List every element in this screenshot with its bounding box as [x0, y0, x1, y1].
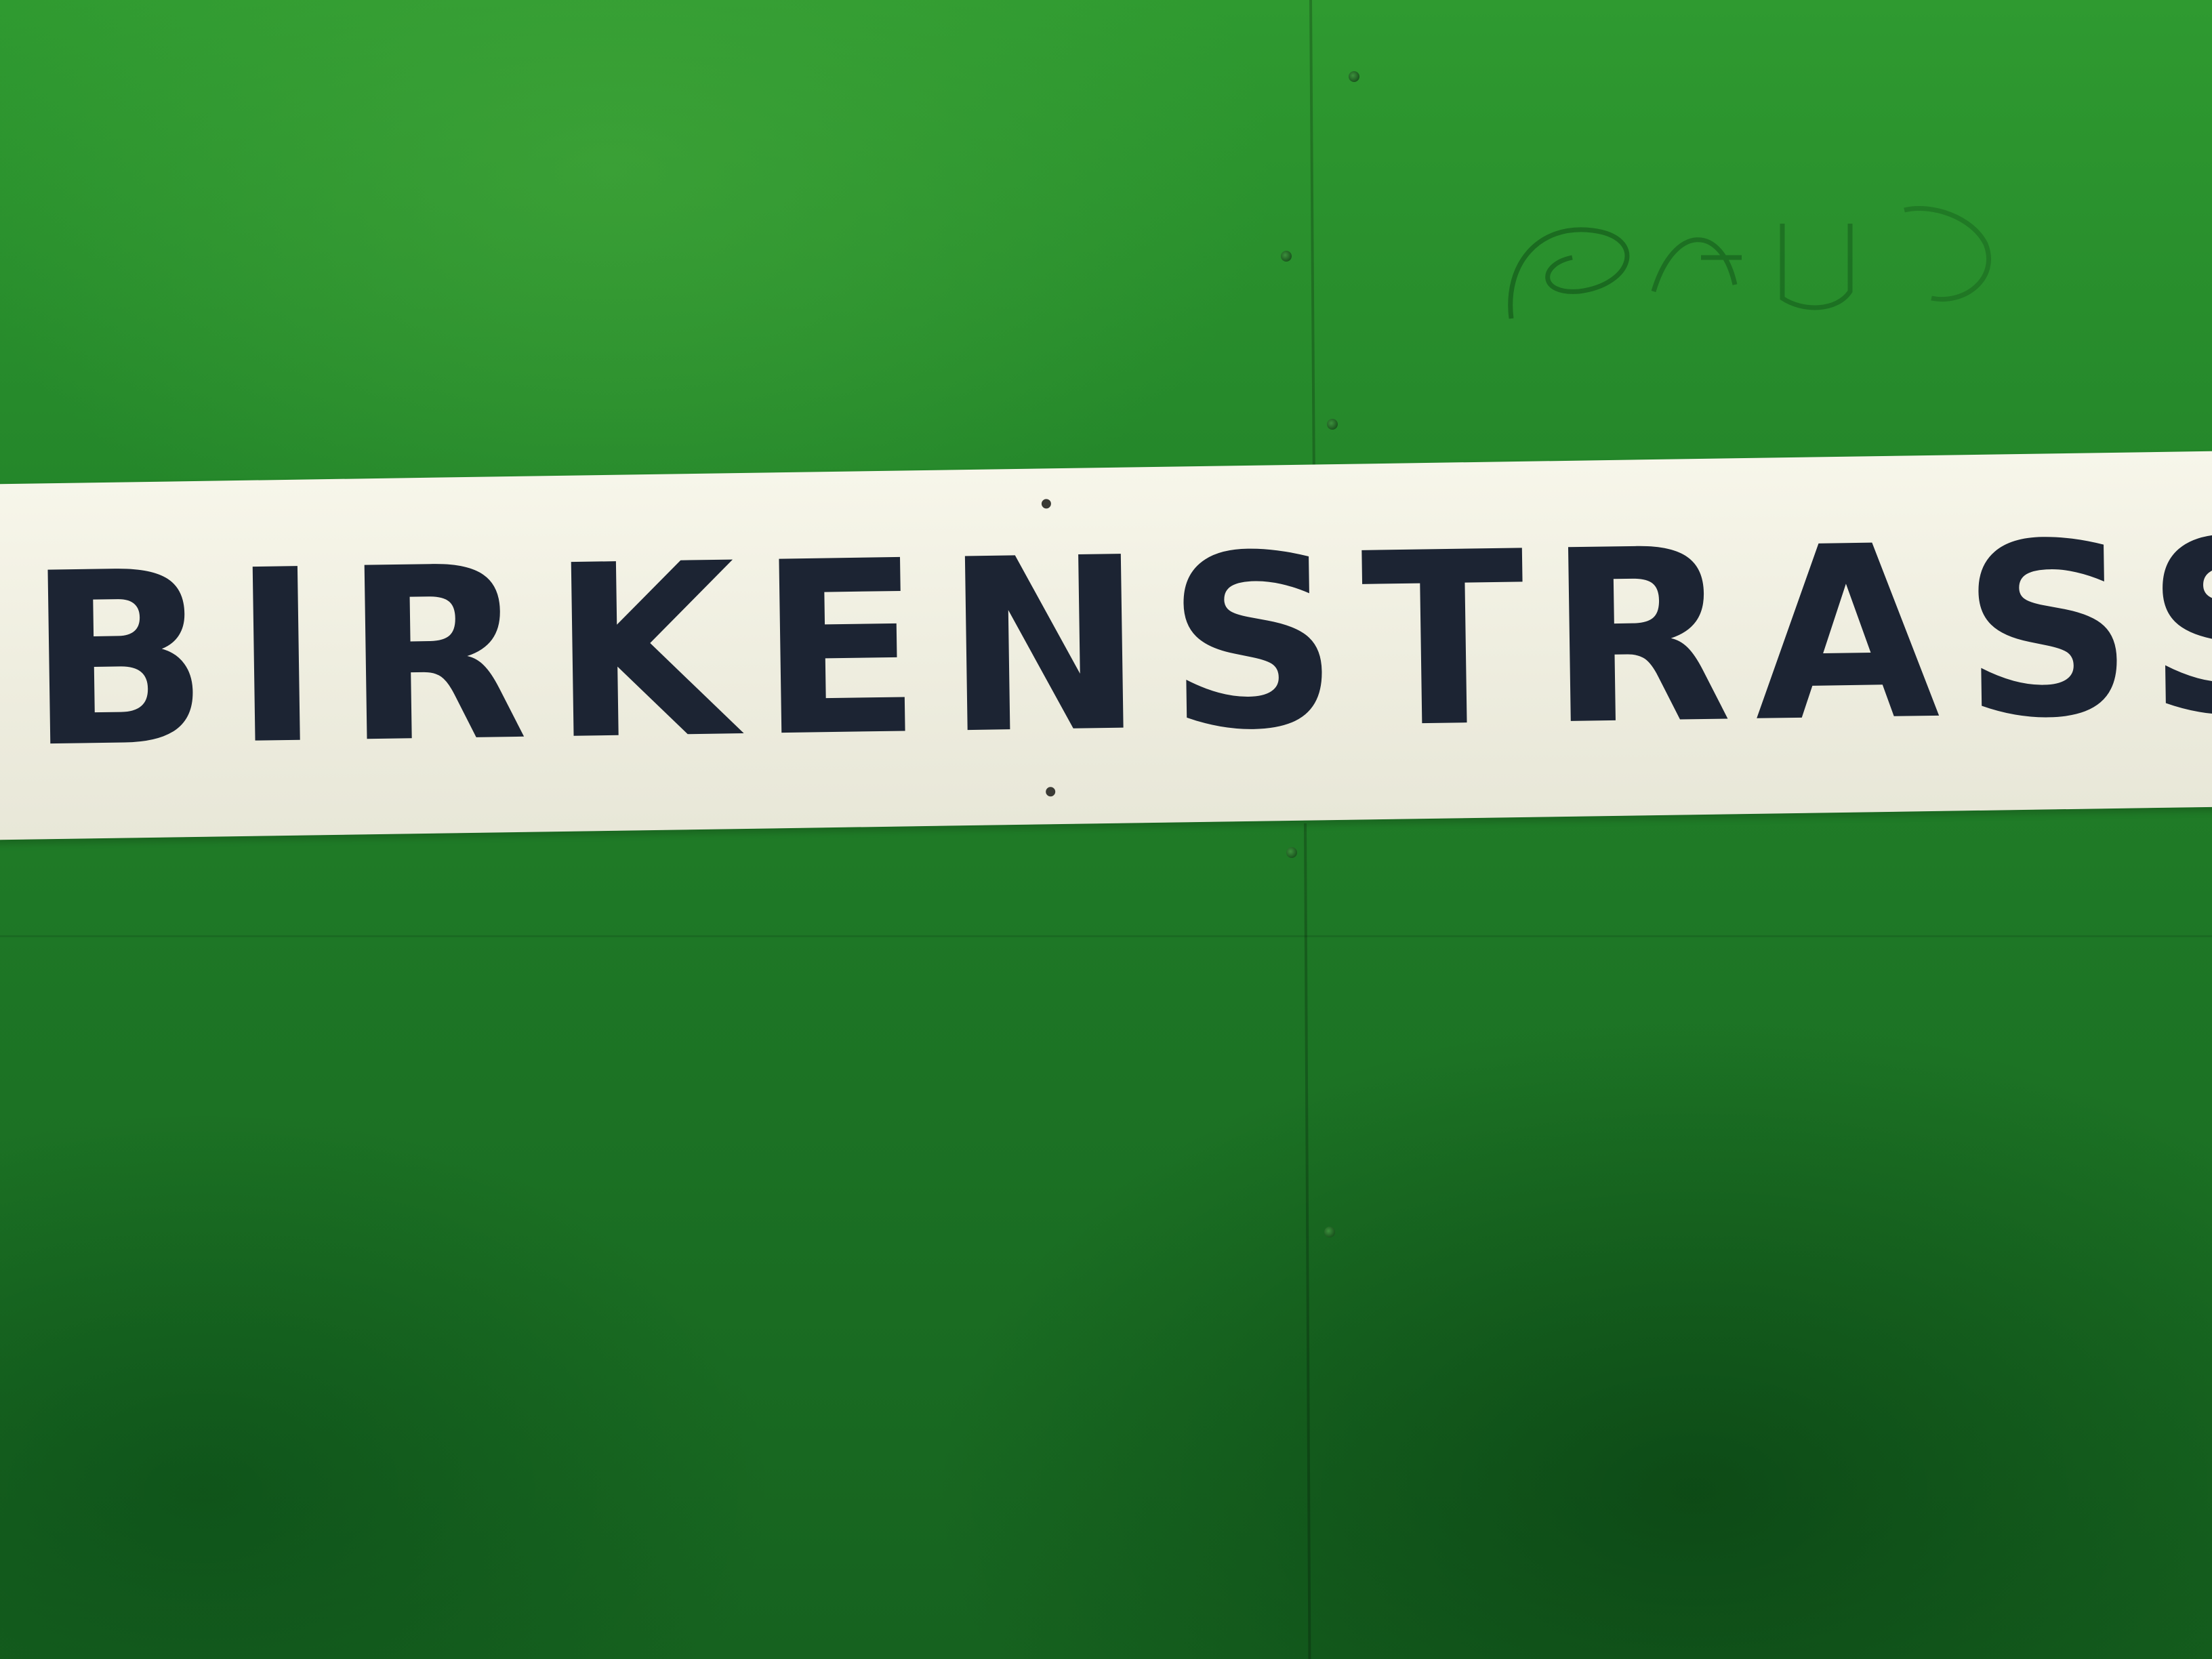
wall-screw: [1324, 1227, 1335, 1237]
wall-panel-seam: [1304, 823, 1311, 1659]
station-name-text: BIRKENSTRASSE: [25, 485, 2212, 801]
wall-screw: [1349, 71, 1359, 82]
green-wall: BIRKENSTRASSE: [0, 0, 2212, 1659]
station-name-sign: BIRKENSTRASSE: [0, 451, 2212, 840]
wall-panel-seam: [1309, 0, 1315, 478]
wall-screw: [1281, 251, 1292, 262]
wall-panel-seam: [0, 935, 2212, 937]
wall-screw: [1286, 847, 1297, 858]
wall-screw: [1327, 419, 1338, 430]
sign-mounting-hole: [1046, 787, 1056, 797]
graffiti-scribble: [1508, 205, 1991, 319]
